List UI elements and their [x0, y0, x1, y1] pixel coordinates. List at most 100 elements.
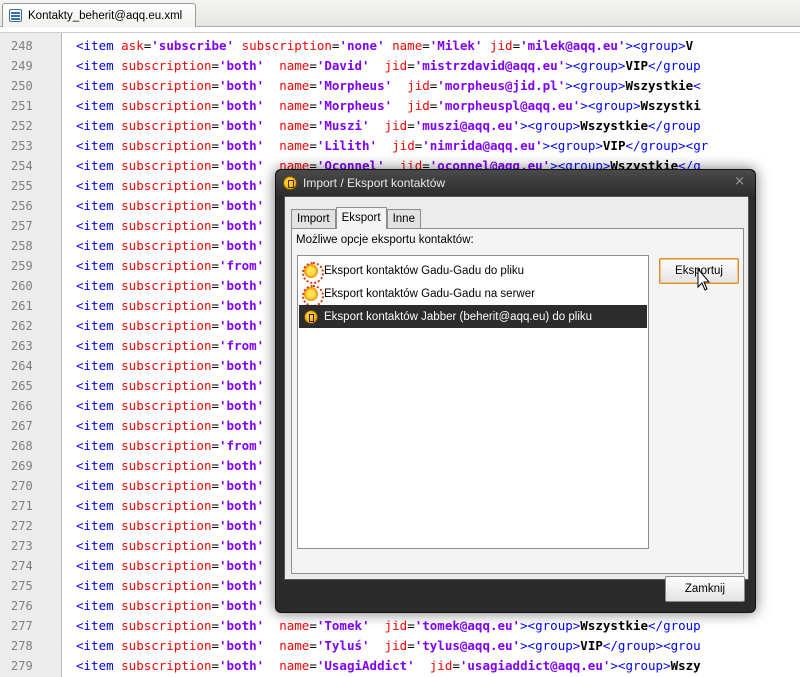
code-line: 279 <item subscription='both' name='Usagi…	[0, 656, 800, 676]
code-text: <item subscription='both' name='UsagiAdd…	[76, 656, 701, 676]
code-line: 253 <item subscription='both' name='Lilit…	[0, 136, 800, 156]
code-token: </group><grou	[602, 638, 701, 653]
code-token: 'subscribe'	[151, 38, 235, 53]
line-number: 278	[11, 639, 33, 653]
code-token: 'tomek@aqq.eu'	[414, 618, 521, 633]
code-token: =	[309, 78, 317, 93]
tab-eksport[interactable]: Eksport	[335, 207, 387, 229]
code-token: subscription	[241, 38, 332, 53]
code-token: 'Tomek'	[316, 618, 370, 633]
export-option-gg-server[interactable]: Eksport kontaktów Gadu-Gadu na serwer	[299, 282, 647, 307]
code-token: <item	[76, 98, 122, 113]
code-token: 'nimrida@aqq.eu'	[422, 138, 543, 153]
code-token: 'milek@aqq.eu'	[520, 38, 626, 53]
code-token: =	[452, 658, 460, 673]
code-token: Wszystkie	[580, 618, 649, 633]
code-token: 'both'	[219, 638, 265, 653]
code-token: <item	[76, 258, 122, 273]
line-number: 254	[11, 159, 33, 173]
code-text: <item subscription='both' name='Morpheus…	[76, 96, 701, 116]
code-line: 278 <item subscription='both' name='Tyluś…	[0, 636, 800, 656]
code-token: subscription	[121, 658, 212, 673]
code-token: name	[279, 58, 310, 73]
code-token: =	[211, 458, 219, 473]
code-token: 'both'	[219, 178, 265, 193]
code-token: ><group>	[580, 98, 641, 113]
line-number: 273	[11, 539, 33, 553]
line-number: 248	[11, 39, 33, 53]
code-token: 'from'	[219, 338, 265, 353]
code-line: 277 <item subscription='both' name='Tomek…	[0, 616, 800, 636]
code-token: =	[512, 38, 521, 53]
export-option-jabber-file[interactable]: Eksport kontaktów Jabber (beherit@aqq.eu…	[299, 305, 647, 328]
code-token: 'both'	[219, 578, 265, 593]
code-token: 'both'	[219, 538, 265, 553]
code-token: subscription	[121, 518, 212, 533]
code-token: 'usagiaddict@aqq.eu'	[459, 658, 611, 673]
code-text: <item subscription='both' name='Tomek' j…	[76, 616, 701, 636]
code-token: =	[211, 578, 219, 593]
dialog-titlebar[interactable]: Import / Eksport kontaktów ×	[276, 170, 755, 196]
code-token: <item	[76, 418, 122, 433]
code-token: =	[309, 58, 317, 73]
code-token: ><group>	[520, 618, 581, 633]
code-token: ><group>	[520, 118, 581, 133]
line-number: 252	[11, 119, 33, 133]
code-token: subscription	[121, 378, 212, 393]
code-token: subscription	[121, 298, 212, 313]
code-token: 'both'	[219, 98, 265, 113]
code-token: 'both'	[219, 558, 265, 573]
code-token: 'both'	[219, 398, 265, 413]
code-token: 'morpheus@jid.pl'	[437, 78, 566, 93]
file-tab[interactable]: Kontakty_beherit@aqq.eu.xml	[2, 3, 196, 27]
code-token: 'both'	[219, 298, 265, 313]
code-token: 'both'	[219, 658, 265, 673]
code-token: <item	[76, 518, 122, 533]
line-number: 264	[11, 359, 33, 373]
code-token: <item	[76, 398, 122, 413]
code-token: <item	[76, 118, 122, 133]
code-token: ask	[121, 38, 144, 53]
code-token: jid	[489, 38, 513, 53]
line-number: 250	[11, 79, 33, 93]
code-token: </group	[648, 118, 701, 133]
export-option-gg-file[interactable]: Eksport kontaktów Gadu-Gadu do pliku	[299, 259, 647, 284]
option-label: Eksport kontaktów Gadu-Gadu do pliku	[324, 264, 525, 277]
code-token: VIP	[625, 58, 649, 73]
close-icon[interactable]: ×	[734, 174, 745, 190]
code-token: subscription	[121, 558, 212, 573]
code-token: =	[407, 618, 415, 633]
code-text: <item subscription='from'	[76, 336, 264, 356]
code-text: <item subscription='both' name='Tyluś' j…	[76, 636, 701, 656]
tab-inne[interactable]: Inne	[386, 209, 421, 229]
editor-tab-bar: Kontakty_beherit@aqq.eu.xml	[0, 0, 800, 27]
gadu-gadu-icon	[302, 284, 324, 307]
line-number: 255	[11, 179, 33, 193]
code-token: <item	[76, 618, 122, 633]
code-token: 'tylus@aqq.eu'	[414, 638, 521, 653]
code-text: <item subscription='both' name='Lilith' …	[76, 136, 708, 156]
code-token: subscription	[121, 458, 212, 473]
code-token: <item	[76, 658, 122, 673]
code-token: =	[211, 158, 219, 173]
code-token: 'David'	[316, 58, 370, 73]
export-options-list[interactable]: Eksport kontaktów Gadu-Gadu do pliku Eks…	[297, 255, 649, 549]
tab-import[interactable]: Import	[291, 209, 336, 229]
aqq-app-icon	[283, 176, 297, 190]
code-token: =	[211, 318, 219, 333]
line-number: 251	[11, 99, 33, 113]
close-button[interactable]: Zamknij	[665, 576, 745, 602]
code-token: <item	[76, 218, 122, 233]
eksport-tab-body: Możliwe opcje eksportu kontaktów: Ekspor…	[291, 228, 744, 574]
code-token: </group	[648, 618, 701, 633]
code-token: <item	[76, 38, 122, 53]
